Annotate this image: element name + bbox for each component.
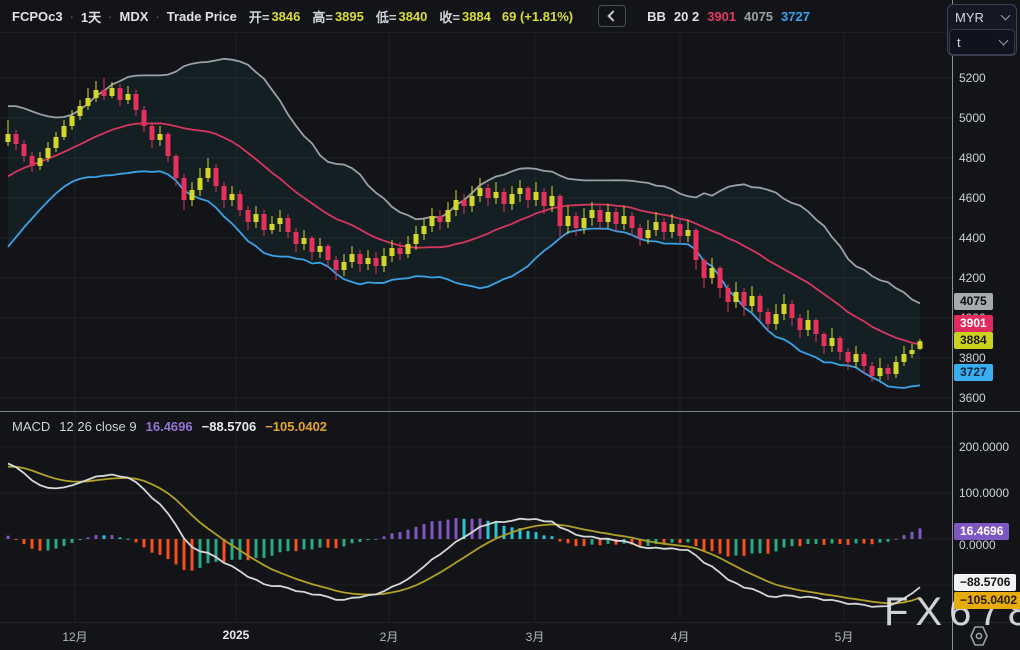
time-axis-separator: [0, 622, 1020, 623]
unit-value: t: [957, 35, 961, 50]
unit-select[interactable]: t: [949, 29, 1015, 55]
time-axis-label: 3月: [526, 628, 545, 645]
currency-unit-selector: MYR t: [947, 4, 1017, 56]
time-axis-label: 5月: [835, 628, 854, 645]
price-axis-badge: 4075: [954, 293, 993, 310]
time-axis-label: 12月: [62, 628, 87, 645]
pane-separator[interactable]: [0, 411, 1020, 412]
macd-axis-label: 200.0000: [959, 439, 1009, 455]
macd-signal-value: −105.0402: [265, 419, 327, 434]
macd-params: 12 26 close 9: [59, 419, 136, 434]
price-and-macd-chart-canvas[interactable]: [0, 0, 1020, 650]
currency-value: MYR: [955, 10, 984, 25]
settings-hexagon-icon[interactable]: [966, 625, 992, 647]
macd-axis-badge: −105.0402: [954, 592, 1020, 609]
price-axis-label: 5000: [959, 110, 986, 126]
macd-axis-badge: 16.4696: [954, 523, 1009, 540]
macd-name: MACD: [12, 419, 50, 434]
price-axis-label: 4600: [959, 190, 986, 206]
price-axis-label: 4800: [959, 150, 986, 166]
chevron-down-icon: [1001, 11, 1011, 21]
macd-axis-label: 100.0000: [959, 485, 1009, 501]
price-axis-label: 4400: [959, 230, 986, 246]
price-axis-badge: 3901: [954, 315, 993, 332]
trading-chart-app: FCPOc3 · 1天 · MDX · Trade Price 开=3846 高…: [0, 0, 1020, 650]
time-axis-label: 2025: [223, 628, 250, 642]
macd-axis-badge: −88.5706: [954, 574, 1016, 591]
price-axis-label: 4200: [959, 270, 986, 286]
price-axis-label: 3600: [959, 390, 986, 406]
time-axis-label: 4月: [671, 628, 690, 645]
chevron-down-icon: [999, 36, 1009, 46]
price-axis-badge: 3884: [954, 332, 993, 349]
price-axis-divider: [952, 0, 953, 650]
macd-histogram-value: 16.4696: [146, 419, 193, 434]
price-axis-label: 5200: [959, 70, 986, 86]
macd-legend[interactable]: MACD 12 26 close 9 16.4696 −88.5706 −105…: [12, 419, 327, 434]
price-axis-badge: 3727: [954, 364, 993, 381]
time-axis-label: 2月: [380, 628, 399, 645]
currency-select[interactable]: MYR: [948, 5, 1016, 29]
macd-line-value: −88.5706: [202, 419, 257, 434]
